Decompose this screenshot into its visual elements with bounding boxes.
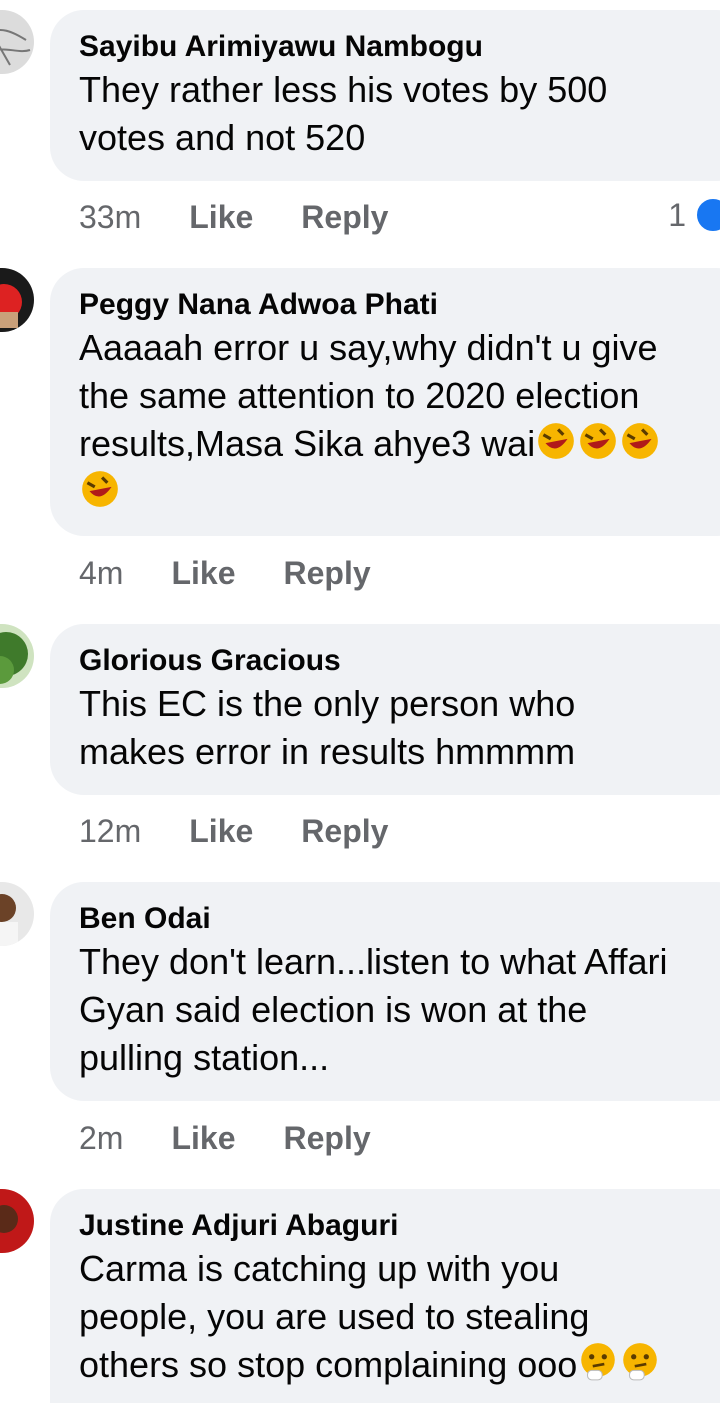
reaction-count: 1 (668, 196, 686, 233)
like-button[interactable]: Like (189, 199, 253, 236)
avatar[interactable] (0, 268, 34, 332)
like-reaction-icon (694, 196, 720, 234)
comment-actions: 12m Like Reply (79, 811, 436, 851)
comment-text: Aaaaah error u say,why didn't u give the… (79, 324, 710, 516)
reply-button[interactable]: Reply (301, 813, 388, 850)
avatar[interactable] (0, 882, 34, 946)
comment-bubble: Sayibu Arimiyawu Nambogu They rather les… (50, 10, 720, 181)
comment-actions: 33m Like Reply (79, 197, 436, 237)
thinking-face-emoji-icon (581, 1343, 616, 1381)
comment-bubble: Justine Adjuri Abaguri Carma is catching… (50, 1189, 720, 1403)
comment-bubble: Peggy Nana Adwoa Phati Aaaaah error u sa… (50, 268, 720, 536)
rofl-emoji-icon (538, 423, 575, 459)
comment-time[interactable]: 33m (79, 199, 141, 236)
comment-actions: 4m Like Reply (79, 553, 419, 593)
comment-text: They don't learn...listen to what Affari… (79, 941, 668, 1078)
avatar[interactable] (0, 624, 34, 688)
comment-text-line: others so stop complaining ooo (79, 1344, 578, 1385)
comment-feed: Sayibu Arimiyawu Nambogu They rather les… (0, 0, 720, 1403)
comment-text: They rather less his votes by 500 votes … (79, 69, 608, 158)
rofl-emoji-icon (82, 471, 118, 507)
reply-button[interactable]: Reply (283, 1120, 370, 1157)
comment-bubble: Glorious Gracious This EC is the only pe… (50, 624, 720, 795)
reply-button[interactable]: Reply (283, 555, 370, 592)
comment-author[interactable]: Justine Adjuri Abaguri (79, 1207, 710, 1245)
rofl-emoji-icon (622, 423, 659, 459)
comment-text: Carma is catching up with you people, yo… (79, 1245, 710, 1389)
avatar[interactable] (0, 1189, 34, 1253)
reaction-summary[interactable]: 1 (668, 195, 720, 235)
like-button[interactable]: Like (189, 813, 253, 850)
comment-text-line: Aaaaah error u say,why didn't u give (79, 327, 658, 368)
reply-button[interactable]: Reply (301, 199, 388, 236)
comment-author[interactable]: Sayibu Arimiyawu Nambogu (79, 28, 710, 66)
comment-text-line: the same attention to 2020 election (79, 375, 640, 416)
comment-time[interactable]: 4m (79, 555, 123, 592)
like-button[interactable]: Like (171, 1120, 235, 1157)
like-button[interactable]: Like (171, 555, 235, 592)
comment-time[interactable]: 2m (79, 1120, 123, 1157)
comment-text-line: results,Masa Sika ahye3 wai (79, 423, 536, 464)
comment-text: This EC is the only person who makes err… (79, 683, 576, 772)
comment-text-line: people, you are used to stealing (79, 1296, 590, 1337)
comment-author[interactable]: Glorious Gracious (79, 642, 710, 680)
thinking-face-emoji-icon (623, 1343, 658, 1381)
comment-actions: 2m Like Reply (79, 1118, 419, 1158)
comment-author[interactable]: Peggy Nana Adwoa Phati (79, 286, 710, 324)
comment-bubble: Ben Odai They don't learn...listen to wh… (50, 882, 720, 1101)
comment-time[interactable]: 12m (79, 813, 141, 850)
avatar[interactable] (0, 10, 34, 74)
rofl-emoji-icon (580, 423, 617, 459)
comment-author[interactable]: Ben Odai (79, 900, 710, 938)
comment-text-line: Carma is catching up with you (79, 1248, 560, 1289)
